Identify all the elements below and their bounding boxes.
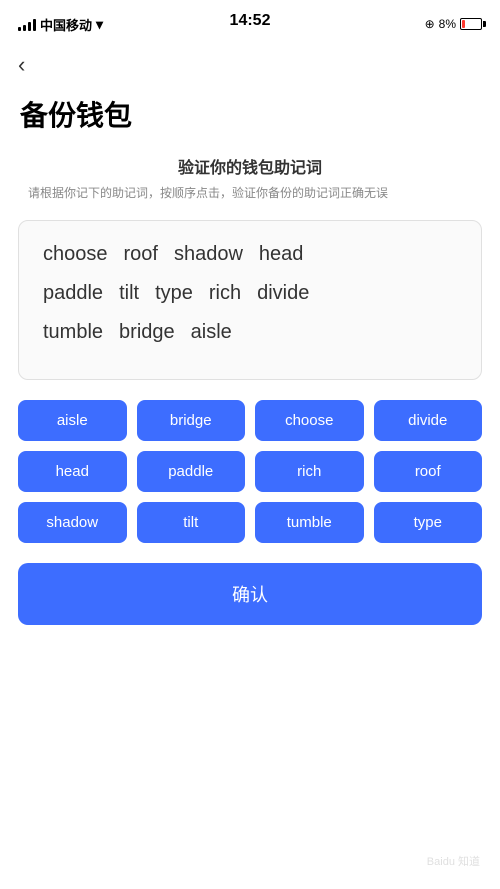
battery-area: ⊕ 8% bbox=[425, 17, 482, 31]
back-button[interactable]: ‹ bbox=[18, 52, 25, 78]
word-btn-bridge[interactable]: bridge bbox=[137, 400, 246, 441]
word-btn-type[interactable]: type bbox=[374, 502, 483, 543]
status-time: 14:52 bbox=[230, 12, 271, 30]
watermark-text: Baidu 知道 bbox=[427, 853, 480, 869]
word-btn-choose[interactable]: choose bbox=[255, 400, 364, 441]
carrier-signal: 中国移动 ▾ bbox=[18, 15, 103, 34]
section-header: 验证你的钱包助记词 请根据你记下的助记词，按顺序点击，验证你备份的助记词正确无误 bbox=[0, 154, 500, 210]
word-btn-head[interactable]: head bbox=[18, 451, 127, 492]
display-word-divide: divide bbox=[253, 280, 313, 307]
display-word-aisle: aisle bbox=[187, 319, 236, 346]
word-btn-shadow[interactable]: shadow bbox=[18, 502, 127, 543]
word-btn-tumble[interactable]: tumble bbox=[255, 502, 364, 543]
section-title: 验证你的钱包助记词 bbox=[20, 154, 480, 178]
word-btn-divide[interactable]: divide bbox=[374, 400, 483, 441]
signal-icon bbox=[18, 18, 36, 31]
section-desc: 请根据你记下的助记词，按顺序点击，验证你备份的助记词正确无误 bbox=[20, 184, 480, 202]
word-btn-aisle[interactable]: aisle bbox=[18, 400, 127, 441]
display-word-choose: choose bbox=[39, 241, 112, 268]
display-word-shadow: shadow bbox=[170, 241, 247, 268]
battery-icon bbox=[460, 18, 482, 30]
confirm-section: 确认 bbox=[18, 563, 482, 625]
display-word-tumble: tumble bbox=[39, 319, 107, 346]
status-bar: 中国移动 ▾ 14:52 ⊕ 8% bbox=[0, 0, 500, 44]
display-word-tilt: tilt bbox=[115, 280, 143, 307]
display-word-type: type bbox=[151, 280, 197, 307]
battery-percent: 8% bbox=[439, 17, 456, 31]
word-display-area: choose roof shadow head paddle tilt type… bbox=[18, 220, 482, 380]
wifi-icon: ▾ bbox=[96, 16, 103, 33]
display-word-roof: roof bbox=[120, 241, 162, 268]
word-btn-rich[interactable]: rich bbox=[255, 451, 364, 492]
display-word-bridge: bridge bbox=[115, 319, 179, 346]
display-word-rich: rich bbox=[205, 280, 245, 307]
word-btn-roof[interactable]: roof bbox=[374, 451, 483, 492]
word-grid: aisle bridge choose divide head paddle r… bbox=[18, 400, 482, 543]
watermark: Baidu 知道 bbox=[427, 853, 480, 869]
word-display-row-1: choose roof shadow head bbox=[39, 241, 461, 268]
confirm-button[interactable]: 确认 bbox=[18, 563, 482, 625]
carrier-label: 中国移动 bbox=[40, 15, 92, 34]
page-title: 备份钱包 bbox=[0, 90, 500, 154]
word-btn-paddle[interactable]: paddle bbox=[137, 451, 246, 492]
word-display-row-2: paddle tilt type rich divide bbox=[39, 280, 461, 307]
word-btn-tilt[interactable]: tilt bbox=[137, 502, 246, 543]
location-icon: ⊕ bbox=[425, 17, 435, 31]
display-word-head: head bbox=[255, 241, 308, 268]
nav-bar: ‹ bbox=[0, 44, 500, 90]
display-word-paddle: paddle bbox=[39, 280, 107, 307]
word-display-row-3: tumble bridge aisle bbox=[39, 319, 461, 346]
